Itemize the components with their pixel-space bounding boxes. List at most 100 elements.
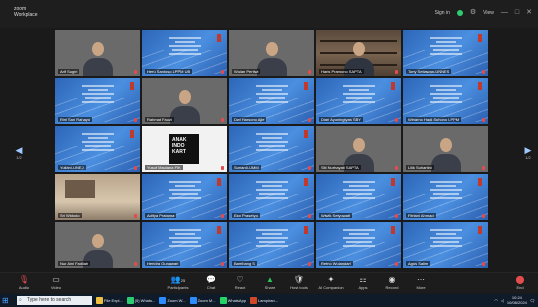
participant-tile[interactable]: Heru Santoso LPPM UB [142,30,227,76]
shared-slide [424,179,468,207]
search-placeholder: Type here to search [27,297,72,303]
zoom-window: zoom Workplace Sign in ⚙ View — □ ✕ ◀ 1/… [0,0,538,307]
end-button[interactable]: ⬤ End [506,275,534,290]
taskbar-app[interactable]: WhatsApp [219,296,246,305]
page-indicator-left: 1/2 [16,155,22,160]
participant-name: Wulan Pertiwi [232,69,261,74]
participant-tile[interactable]: Retno Wulandari [316,222,401,268]
title-bar-controls: Sign in ⚙ View — □ ✕ [435,9,532,16]
participant-tile[interactable]: Haris Pramono SAPTA [316,30,401,76]
participant-name: Aditya Pratama [145,213,177,218]
shared-slide [163,179,207,207]
participant-tile[interactable]: Winarno Hadi Suhono LPPM [403,78,488,124]
participant-tile[interactable]: Rahmat Fauzi [142,78,227,124]
taskbar-search-input[interactable]: ⌕ Type here to search [17,296,92,305]
shared-slide [163,227,207,255]
shield-icon: 🛡 [293,275,305,284]
participant-tile[interactable]: Lilik Suhartini [403,126,488,172]
participant-tile[interactable]: Sri Widodo [55,174,140,220]
mic-muted-icon: 🎙 [18,275,30,284]
volume-icon: ◁ [500,297,504,303]
taskbar-app[interactable]: File Expl... [96,296,123,305]
notifications-icon[interactable]: 🗨 [530,298,535,303]
taskbar-app[interactable]: (5) Whats... [126,296,155,305]
settings-icon[interactable]: ⚙ [470,9,476,16]
shared-slide [250,179,294,207]
participant-tile[interactable]: Dwi Harsono Ajie [229,78,314,124]
minimize-button[interactable]: — [501,9,508,16]
apps-button[interactable]: ⚏ Apps [349,275,377,290]
slide-logo [304,226,308,234]
participant-tile[interactable]: Yuliani-UNEJ [55,126,140,172]
taskbar-apps: File Expl... (5) Whats... Zoom W... Zoom M.… [96,296,278,305]
record-button[interactable]: ◉ Record [378,275,406,290]
participant-tile[interactable]: Tony Setiawan-UNNES [403,30,488,76]
participant-name: Siti Nurhayati SAPTA [319,165,361,170]
participant-tile[interactable]: Wulan Pertiwi [229,30,314,76]
participant-tile[interactable]: Fitriani Ahmad [403,174,488,220]
taskbar-app-label: File Expl... [104,298,123,303]
participant-tile[interactable]: Agus Salim [403,222,488,268]
participant-name: Wiwik Setyowati [319,213,352,218]
mic-muted-icon [308,214,311,218]
profile-logo-image: ANAK INDO KART [169,134,199,164]
participant-tile[interactable]: Arif Sugiri [55,30,140,76]
participant-tile[interactable]: ANAK INDO KART Yusuf Maulana FIK [142,126,227,172]
taskbar-app[interactable]: Zoom M... [189,296,216,305]
previous-page-button[interactable]: ◀ 1/2 [13,145,25,160]
app-icon [189,297,197,304]
participant-name: Dian Ayuningtyas SBY [319,117,363,122]
app-icon [159,297,167,304]
windows-start-icon[interactable]: ⊞ [2,296,11,305]
participant-tile[interactable]: Wiwik Setyowati [316,174,401,220]
react-button[interactable]: ♡ React [226,275,254,290]
apps-icon: ⚏ [359,275,367,284]
host-tools-button[interactable]: 🛡 Host tools [285,275,313,290]
slide-logo [304,130,308,138]
video-button[interactable]: ▭ Video [42,275,70,290]
mic-muted-icon [308,166,311,170]
clock-date: 10/08/2024 [506,300,527,305]
mic-muted-icon [395,118,398,122]
chat-label: Chat [206,285,216,290]
view-button[interactable]: View [483,10,494,16]
participant-tile[interactable]: Dian Ayuningtyas SBY [316,78,401,124]
participant-tile[interactable]: Eko Prasetyo [229,174,314,220]
mic-muted-icon [134,70,137,74]
participant-tile[interactable]: Aditya Pratama [142,174,227,220]
page-indicator-right: 1/2 [525,155,531,160]
slide-logo [478,34,482,42]
more-button[interactable]: ⋯ More [407,275,435,290]
ai-companion-button[interactable]: ✦ AI Companion [314,275,348,290]
mic-muted-icon [395,166,398,170]
next-page-button[interactable]: ▶ 1/2 [522,145,534,160]
participant-name: Lilik Suhartini [406,165,434,170]
participant-tile[interactable]: Sunardi-UMM [229,126,314,172]
participants-button[interactable]: 👥25 Participants [163,275,193,290]
mic-muted-icon [308,70,311,74]
shared-slide [337,179,381,207]
participant-tile[interactable]: Bambang S [229,222,314,268]
participant-tile[interactable]: Siti Nurhayati SAPTA [316,126,401,172]
participant-tile[interactable]: Hendra Gunawan [142,222,227,268]
chat-button[interactable]: 💬 Chat [197,275,225,290]
share-button[interactable]: ▲ Share [256,275,284,290]
participant-name: Fitriani Ahmad [406,213,436,218]
participant-name: Tony Setiawan-UNNES [406,69,452,74]
sign-in-link[interactable]: Sign in [435,10,450,16]
audio-button[interactable]: 🎙 Audio [10,275,38,290]
taskbar-app[interactable]: Zoom W... [159,296,186,305]
maximize-button[interactable]: □ [515,9,519,16]
clock[interactable]: 10:24 10/08/2024 [507,295,527,305]
participant-tile[interactable]: Nur Aini Fadilah [55,222,140,268]
audio-label: Audio [18,285,30,290]
participant-name: Rini Sari Rahayu [58,117,93,122]
participant-name: Heru Santoso LPPM UB [145,69,193,74]
taskbar-app-label: Zoom M... [197,298,216,303]
participant-tile[interactable]: Rini Sari Rahayu [55,78,140,124]
taskbar-app[interactable]: Lampiran... [250,296,278,305]
chat-icon: 💬 [206,275,216,284]
participant-name: Eko Prasetyo [232,213,260,218]
close-button[interactable]: ✕ [526,9,532,16]
record-icon: ◉ [388,275,396,284]
